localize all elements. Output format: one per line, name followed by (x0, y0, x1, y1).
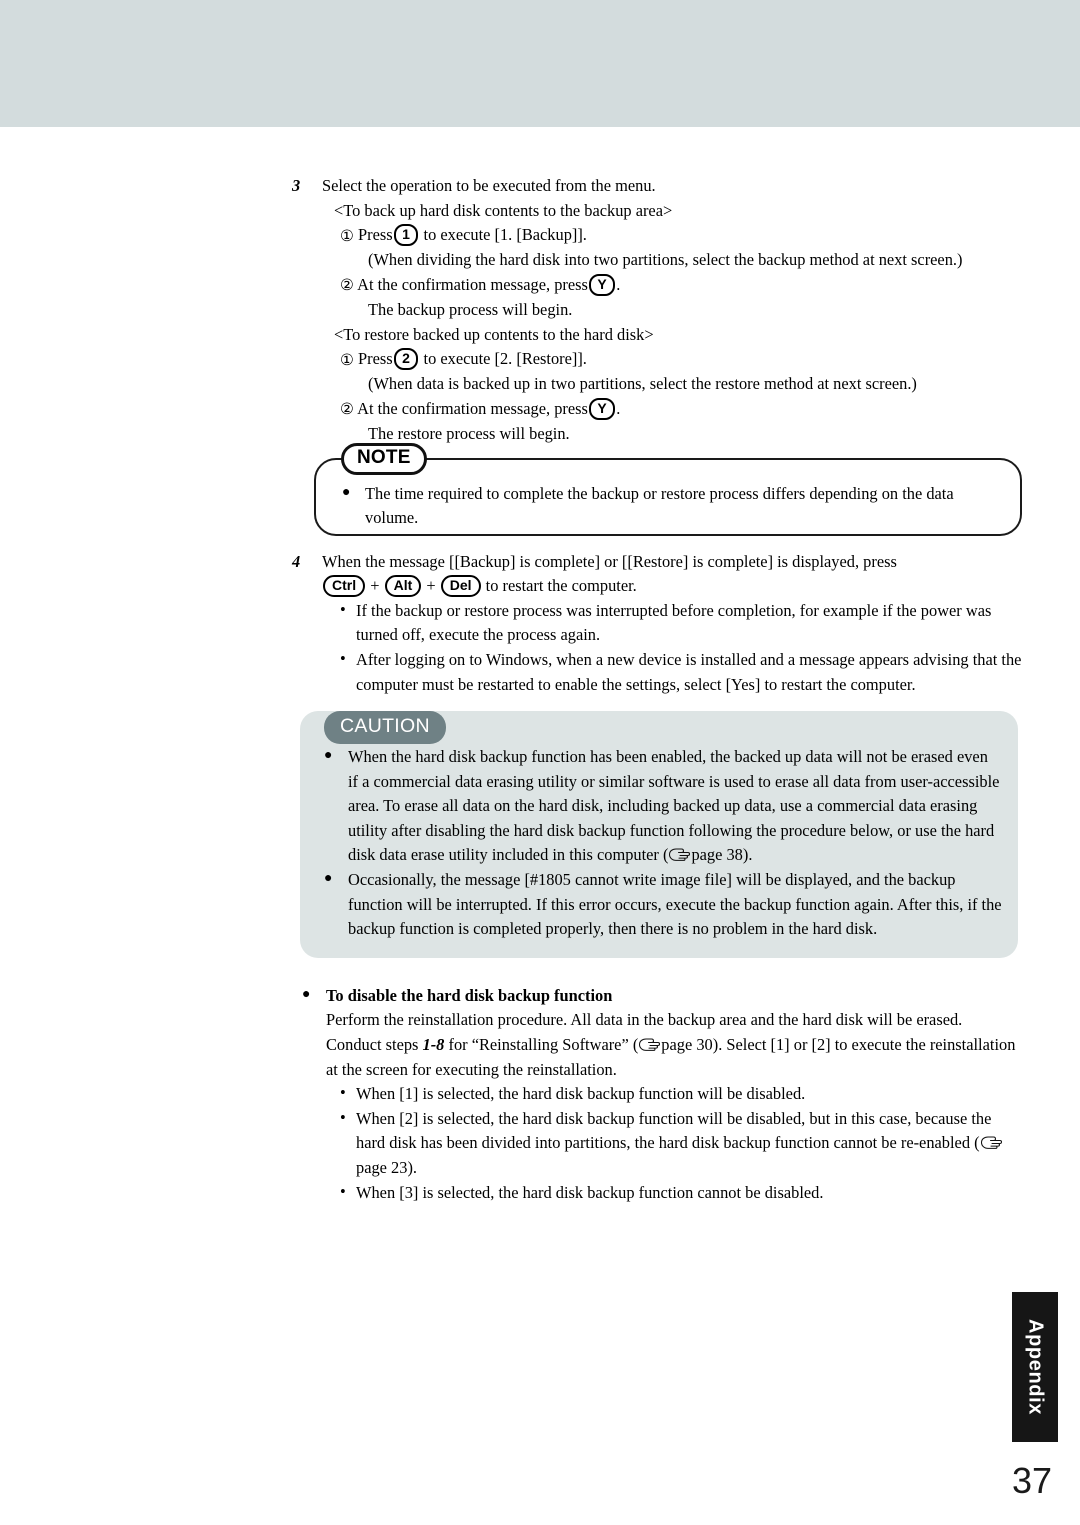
dot-bullet-icon: • (340, 1107, 346, 1127)
paragraph-part-b: for “Reinstalling Software” ( (444, 1035, 639, 1055)
note-item: ● The time required to complete the back… (340, 482, 1002, 531)
substep-backup-2: ② At the confirmation message, press Y. (322, 273, 1022, 298)
caution-item: ● Occasionally, the message [#1805 canno… (322, 868, 1002, 942)
group-heading-backup: <To back up hard disk contents to the ba… (334, 200, 673, 220)
disable-bullet: • When [1] is selected, the hard disk ba… (334, 1082, 1020, 1107)
filled-circle-bullet-icon: ● (324, 748, 333, 764)
caution-item-text: Occasionally, the message [#1805 cannot … (348, 870, 1002, 939)
step-4-line-2-tail: to restart the computer. (485, 576, 637, 596)
key-alt[interactable]: Alt (384, 575, 422, 598)
step-4-keys-line: Ctrl + Alt + Del to restart the computer… (322, 574, 1022, 599)
substep-text-before: Press (358, 349, 393, 369)
page-content: 3 Select the operation to be executed fr… (292, 174, 1022, 1205)
step-number: 4 (292, 551, 301, 571)
caution-item-text-tail: ). (742, 845, 753, 865)
filled-circle-bullet-icon: ● (324, 871, 333, 887)
plus-sign: + (426, 576, 436, 596)
caution-callout: CAUTION ● When the hard disk backup func… (300, 711, 1018, 958)
step-3: 3 Select the operation to be executed fr… (292, 174, 1022, 447)
caution-badge: CAUTION (324, 711, 446, 745)
substep-restore-1: ① Press 2 to execute [2. [Restore]]. (322, 347, 1022, 372)
note-badge: NOTE (341, 442, 427, 475)
substep-restore-2-note: The restore process will begin. (368, 423, 570, 443)
key-2[interactable]: 2 (393, 348, 419, 371)
step-4-line-1: When the message [[Backup] is complete] … (322, 551, 897, 571)
caution-item-text: When the hard disk backup function has b… (348, 747, 1000, 865)
appendix-tab[interactable]: Appendix (1012, 1292, 1058, 1442)
note-item-text: The time required to complete the backup… (365, 483, 954, 528)
disable-backup-section: ● To disable the hard disk backup functi… (300, 984, 1020, 1205)
step-number: 3 (292, 176, 301, 195)
dot-bullet-icon: • (340, 648, 346, 668)
circled-number-1: ① (340, 350, 354, 369)
substep-restore-1-note: (When data is backed up in two partition… (368, 374, 917, 394)
circled-number-2: ② (340, 400, 354, 419)
key-y[interactable]: Y (588, 273, 616, 296)
note-callout: NOTE ● The time required to complete the… (314, 442, 1022, 536)
disable-bullet-text: When [2] is selected, the hard disk back… (356, 1108, 992, 1153)
circled-number-2: ② (340, 276, 354, 295)
disable-bullet-text-tail: ). (407, 1158, 417, 1177)
page-ref-30[interactable]: page 30 (661, 1035, 712, 1054)
key-del[interactable]: Del (440, 575, 481, 598)
disable-bullet-text: When [1] is selected, the hard disk back… (356, 1084, 806, 1104)
step-4: 4 When the message [[Backup] is complete… (292, 550, 1022, 698)
filled-circle-bullet-icon: ● (342, 484, 351, 500)
substep-text-after: . (616, 274, 621, 294)
steps-range: 1-8 (422, 1035, 445, 1055)
circled-number-1: ① (340, 226, 354, 245)
substep-text-after: . (616, 398, 621, 418)
page-number: 37 (1011, 1460, 1052, 1501)
key-1[interactable]: 1 (393, 224, 419, 247)
substep-backup-1-note: (When dividing the hard disk into two pa… (368, 250, 963, 270)
group-heading-restore: <To restore backed up contents to the ha… (334, 324, 654, 344)
dot-bullet-icon: • (340, 1083, 346, 1103)
key-ctrl[interactable]: Ctrl (323, 575, 366, 598)
dot-bullet-icon: • (340, 599, 346, 619)
caution-panel: ● When the hard disk backup function has… (300, 711, 1018, 958)
substep-backup-1: ① Press 1 to execute [1. [Backup]]. (322, 223, 1022, 248)
step-4-bullet: • If the backup or restore process was i… (334, 599, 1022, 648)
caution-item: ● When the hard disk backup function has… (322, 745, 1002, 868)
disable-bullet: • When [3] is selected, the hard disk ba… (334, 1181, 1020, 1206)
step-title: Select the operation to be executed from… (322, 176, 656, 195)
disable-section-heading-text: To disable the hard disk backup function (326, 985, 613, 1005)
substep-text-after: to execute [1. [Backup]]. (423, 225, 587, 245)
substep-text-before: At the confirmation message, press (357, 274, 588, 294)
top-decorative-band (0, 0, 1080, 127)
plus-sign: + (370, 576, 380, 596)
disable-bullet-text: When [3] is selected, the hard disk back… (356, 1182, 824, 1202)
caution-page-ref[interactable]: page 38 (691, 845, 742, 864)
appendix-tab-label: Appendix (1024, 1319, 1047, 1415)
disable-section-paragraph: Perform the reinstallation procedure. Al… (300, 1008, 1020, 1082)
pointing-hand-icon (638, 1038, 661, 1052)
page-ref-23[interactable]: page 23 (356, 1158, 407, 1177)
key-y[interactable]: Y (588, 397, 616, 420)
disable-section-heading: ● To disable the hard disk backup functi… (300, 984, 1020, 1009)
pointing-hand-icon (668, 848, 691, 862)
dot-bullet-icon: • (340, 1181, 346, 1201)
filled-circle-bullet-icon: ● (302, 986, 311, 1002)
pointing-hand-icon (980, 1136, 1002, 1150)
disable-bullet: • When [2] is selected, the hard disk ba… (334, 1107, 1020, 1181)
step-4-bullet: • After logging on to Windows, when a ne… (334, 648, 1022, 697)
step-4-bullet-text: After logging on to Windows, when a new … (356, 649, 1022, 694)
substep-backup-2-note: The backup process will begin. (368, 299, 573, 319)
step-4-bullet-text: If the backup or restore process was int… (356, 600, 992, 645)
substep-text-before: At the confirmation message, press (357, 398, 588, 418)
substep-text-after: to execute [2. [Restore]]. (423, 349, 587, 369)
substep-text-before: Press (358, 225, 393, 245)
substep-restore-2: ② At the confirmation message, press Y. (322, 397, 1022, 422)
